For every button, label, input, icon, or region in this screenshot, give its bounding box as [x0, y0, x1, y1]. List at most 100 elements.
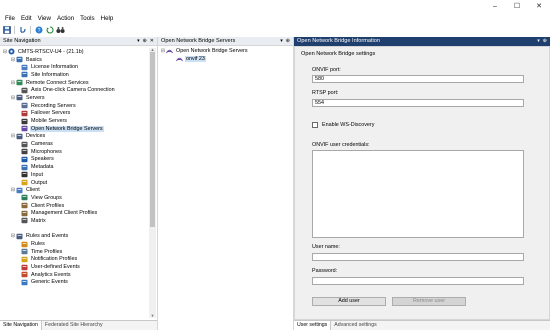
vertical-scrollbar[interactable]: ▲ ▼ [149, 48, 156, 318]
input-icon [21, 171, 28, 178]
tree-label: Mobile Servers [31, 118, 67, 125]
bridge-server-tree: ⊟ Open Network Bridge Servers onvif 23 [158, 46, 293, 318]
bridge-icon [21, 125, 28, 132]
collapse-icon[interactable] [10, 226, 16, 232]
scroll-down-icon[interactable]: ▼ [149, 314, 156, 318]
client-icon [16, 187, 23, 194]
sidebar-item[interactable]: View Groups [0, 194, 157, 202]
minimize-button[interactable]: – [484, 0, 506, 12]
sidebar-item[interactable]: ⊟ Devices [0, 133, 157, 141]
close-pane-icon[interactable]: ✕ [150, 37, 154, 46]
sidebar-item[interactable]: Matrix [0, 217, 157, 225]
scroll-thumb[interactable] [150, 52, 155, 227]
pin-icon[interactable]: ⊕ [143, 37, 147, 46]
tree-label: Input [31, 171, 43, 178]
sidebar-item[interactable]: Recording Servers [0, 102, 157, 110]
tree-label: User-defined Events [31, 264, 80, 271]
sidebar-item[interactable]: Notification Profiles [0, 256, 157, 264]
maximize-button[interactable]: ☐ [506, 0, 528, 12]
tree-label: Cameras [31, 141, 53, 148]
pin-icon[interactable]: ⊕ [286, 37, 290, 46]
tab-site-navigation[interactable]: Site Navigation [0, 321, 42, 330]
sidebar-item[interactable]: Rules [0, 240, 157, 248]
bridge-root-item[interactable]: ⊟ Open Network Bridge Servers [158, 47, 293, 55]
toolbar-separator [14, 26, 15, 34]
close-button[interactable]: ✕ [528, 0, 550, 12]
settings-title: Open Network Bridge settings [301, 51, 376, 57]
help-icon[interactable]: ? [34, 26, 43, 35]
menu-action[interactable]: Action [54, 14, 77, 23]
site-navigation-tabs: Site Navigation Federated Site Hierarchy [0, 320, 157, 330]
bridge-servers-header: Open Network Bridge Servers ▾ ⊕ [158, 37, 293, 46]
bridge-settings-panel: Open Network Bridge settings ONVIF port:… [294, 46, 550, 320]
bridge-info-header: Open Network Bridge Information ▾ ⊕ [294, 37, 550, 46]
refresh-icon[interactable] [45, 26, 54, 35]
pane-dropdown-icon[interactable]: ▾ [537, 37, 540, 46]
bridge-child-item[interactable]: onvif 23 [158, 55, 293, 63]
sidebar-item[interactable]: Output [0, 179, 157, 187]
sidebar-item[interactable]: Open Network Bridge Servers [0, 125, 157, 133]
sidebar-item[interactable]: Management Client Profiles [0, 209, 157, 217]
sidebar-item[interactable]: User-defined Events [0, 263, 157, 271]
add-user-button[interactable]: Add user [312, 297, 386, 306]
sidebar-item[interactable]: Metadata [0, 163, 157, 171]
analytics-icon [21, 271, 28, 278]
sidebar-item[interactable]: Failover Servers [0, 110, 157, 118]
mic-icon [21, 148, 28, 155]
sidebar-item[interactable]: ⊟ Remote Connect Services [0, 79, 157, 87]
menu-view[interactable]: View [35, 14, 54, 23]
sidebar-item[interactable]: ⊟ Rules and Events [0, 233, 157, 241]
password-field[interactable] [312, 277, 524, 285]
sidebar-item[interactable]: License Information [0, 63, 157, 71]
tab-advanced-settings[interactable]: Advanced settings [331, 321, 379, 330]
sidebar-item[interactable]: Axis One-click Camera Connection [0, 86, 157, 94]
tree-label: Matrix [31, 217, 46, 224]
tree-label: Devices [26, 133, 46, 140]
sidebar-item[interactable]: Analytics Events [0, 271, 157, 279]
pin-icon[interactable]: ⊕ [543, 37, 547, 46]
binoculars-icon[interactable] [56, 26, 65, 35]
info-icon [21, 71, 28, 78]
bridge-icon [176, 55, 183, 62]
sidebar-item[interactable]: ⊟ Servers [0, 94, 157, 102]
credentials-list[interactable] [312, 150, 524, 238]
toolbar-separator [30, 26, 31, 34]
sidebar-item[interactable]: Cameras [0, 140, 157, 148]
onvif-port-field[interactable]: 580 [312, 75, 524, 83]
menu-help[interactable]: Help [98, 14, 117, 23]
bridge-servers-title: Open Network Bridge Servers [161, 37, 236, 44]
tab-federated-site-hierarchy[interactable]: Federated Site Hierarchy [42, 321, 106, 330]
tree-label: Client [26, 187, 40, 194]
save-icon[interactable] [2, 26, 11, 35]
menu-edit[interactable]: Edit [18, 14, 35, 23]
menu-tools[interactable]: Tools [77, 14, 97, 23]
tree-label: Generic Events [31, 279, 68, 286]
tree-label: Site Information [31, 71, 69, 78]
undo-icon[interactable] [18, 26, 27, 35]
pane-dropdown-icon[interactable]: ▾ [280, 37, 283, 46]
rtsp-port-field[interactable]: 554 [312, 99, 524, 107]
sidebar-item[interactable]: ⊟ Client [0, 186, 157, 194]
sidebar-item[interactable]: ⊟ Basics [0, 56, 157, 64]
site-tree: ⊟ CMTS-RTSCV-U4 - (21.1b) ⊟ Basics License… [0, 46, 157, 318]
pane-dropdown-icon[interactable]: ▾ [137, 37, 140, 46]
menu-file[interactable]: File [2, 14, 18, 23]
tab-user-settings[interactable]: User settings [294, 321, 332, 330]
tree-label: onvif 23 [185, 55, 206, 62]
sidebar-item[interactable]: Time Profiles [0, 248, 157, 256]
ws-discovery-checkbox[interactable] [312, 122, 318, 128]
sidebar-item[interactable]: Input [0, 171, 157, 179]
username-field[interactable] [312, 253, 524, 261]
license-icon [21, 64, 28, 71]
sidebar-item[interactable]: Speakers [0, 156, 157, 164]
tree-label: Failover Servers [31, 110, 71, 117]
sidebar-item[interactable]: Generic Events [0, 279, 157, 287]
remove-user-button[interactable]: Remove user [392, 297, 466, 306]
sidebar-item[interactable]: Client Profiles [0, 202, 157, 210]
sidebar-item[interactable]: Microphones [0, 148, 157, 156]
tree-root-server[interactable]: ⊟ CMTS-RTSCV-U4 - (21.1b) [0, 48, 157, 56]
sidebar-item[interactable]: Site Information [0, 71, 157, 79]
failover-icon [21, 110, 28, 117]
profile-icon [21, 210, 28, 217]
sidebar-item[interactable]: Mobile Servers [0, 117, 157, 125]
